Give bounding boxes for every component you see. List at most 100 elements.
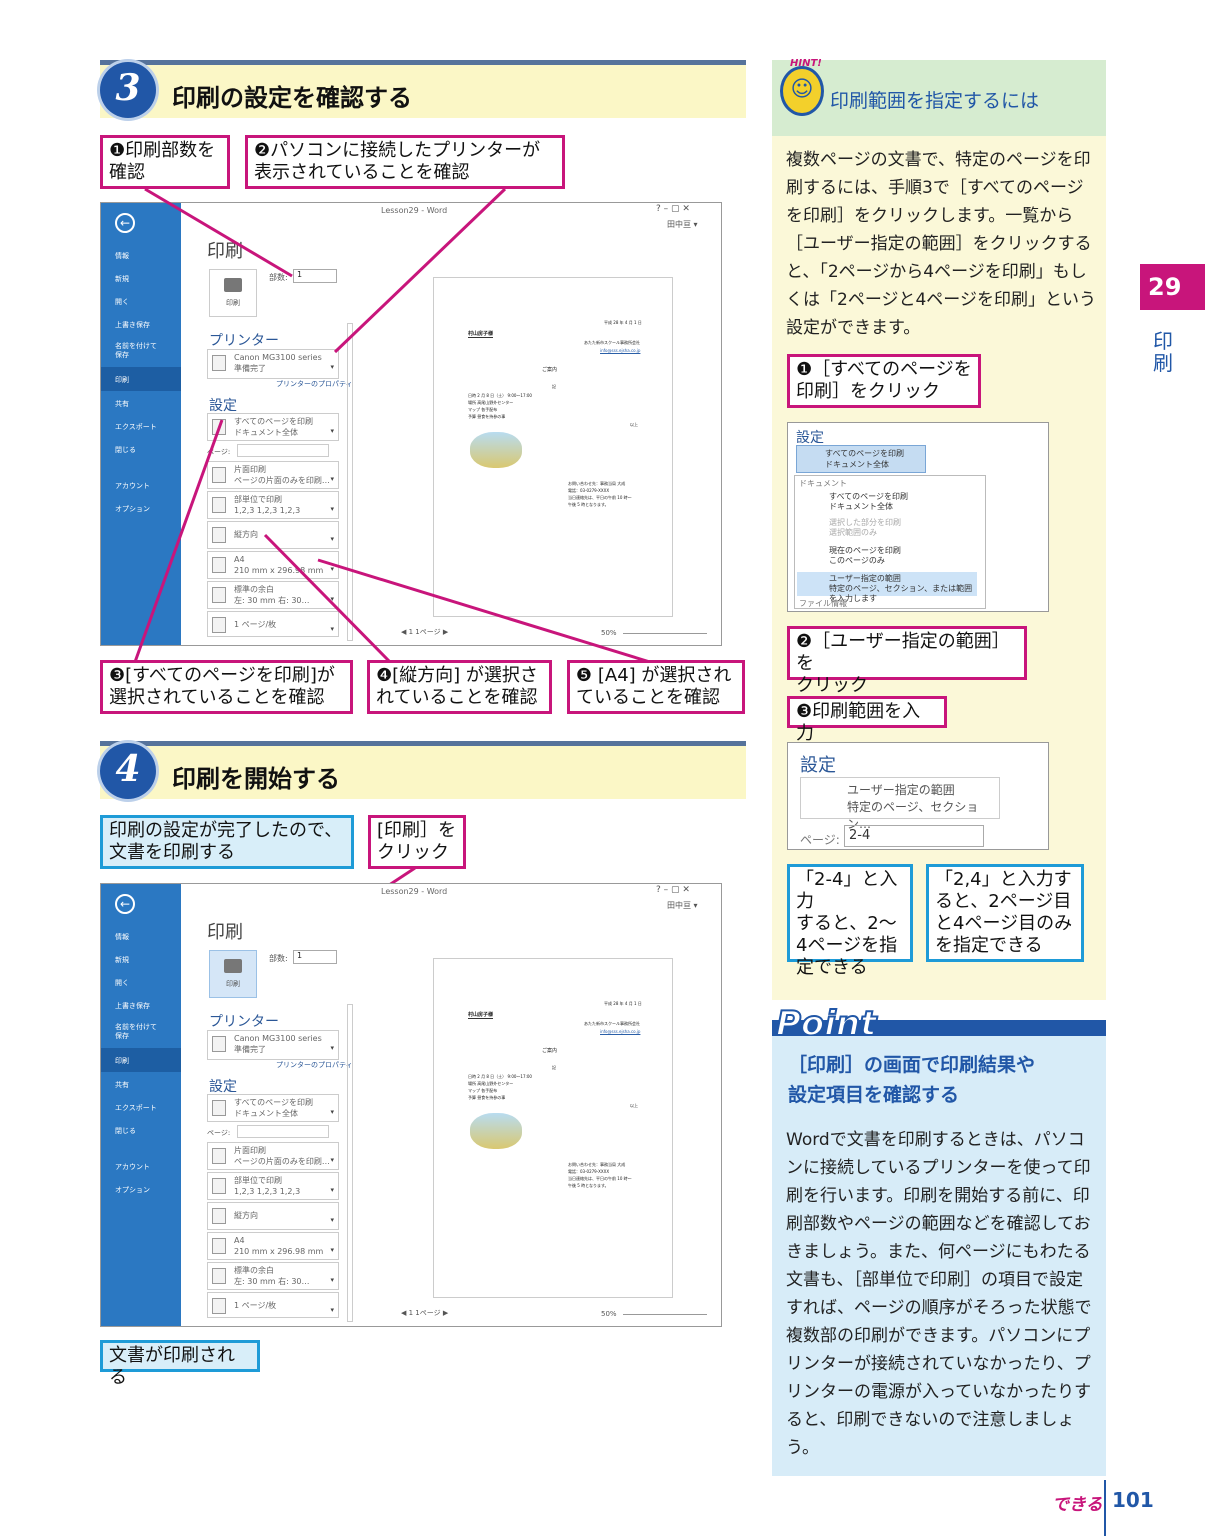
window-controls[interactable]: ? – ▢ ✕ [656, 885, 690, 895]
option-custom-range[interactable]: ユーザー指定の範囲 特定のページ、セクション、または範囲を入力します [797, 572, 977, 603]
printer-properties-link[interactable]: プリンターのプロパティ [276, 1060, 353, 1070]
print-heading: 印刷 [207, 922, 243, 943]
field-label: すべてのページを印刷 [234, 1098, 313, 1107]
pages-icon [212, 419, 226, 435]
option-selection[interactable]: 選択した部分を印刷 選択範囲のみ [801, 518, 901, 538]
hint-callout-1: ❶［すべてのページを 印刷］をクリック [787, 354, 981, 408]
doc-title: ご案内 [542, 1048, 558, 1054]
field-label: 縦方向 [234, 530, 258, 539]
menu-account[interactable]: アカウント [115, 481, 150, 491]
menu-close[interactable]: 閉じる [115, 445, 136, 455]
page-navigation[interactable]: ◀ 1 1ページ ▶ [401, 1308, 448, 1318]
sides-select[interactable]: 片面印刷 ページの片面のみを印刷… ▾ [207, 461, 339, 489]
doc-items: 日時 2 月 8 日（土） 9:00〜17:00 場所 高尾山野外センター マッ… [468, 392, 532, 420]
chevron-down-icon: ▾ [330, 1044, 334, 1052]
option-all-pages[interactable]: すべてのページを印刷 ドキュメント全体 [801, 492, 908, 512]
doc-items: 日時 2 月 8 日（土） 9:00〜17:00 場所 高尾山野外センター マッ… [468, 1073, 532, 1101]
collate-select[interactable]: 部単位で印刷 1,2,3 1,2,3 1,2,3 ▾ [207, 491, 339, 519]
hint-callout-4: 「2-4」と入力 すると、2～ 4ページを指 定できる [787, 864, 913, 978]
user-name[interactable]: 田中亘 ▾ [667, 219, 698, 230]
menu-new[interactable]: 新規 [115, 274, 129, 284]
back-arrow-icon[interactable]: ← [115, 213, 135, 233]
doc-item: マップ 各手配布 [468, 1088, 498, 1093]
menu-account[interactable]: アカウント [115, 1162, 150, 1172]
menu-export[interactable]: エクスポート [115, 422, 157, 432]
menu-save-as[interactable]: 名前を付けて 保存 [115, 342, 157, 360]
collate-select[interactable]: 部単位で印刷 1,2,3 1,2,3 1,2,3 ▾ [207, 1172, 339, 1200]
menu-save-as[interactable]: 名前を付けて 保存 [115, 1023, 157, 1041]
zoom-level[interactable]: 50% [601, 1310, 617, 1318]
copies-input[interactable]: 1 [293, 269, 337, 283]
chevron-down-icon: ▾ [330, 1186, 334, 1194]
page-navigation[interactable]: ◀ 1 1ページ ▶ [401, 627, 448, 637]
settings-scrollbar[interactable] [347, 323, 353, 641]
pages-label: ページ: [207, 448, 231, 456]
hint-callout-2: ❷［ユーザー指定の範囲］を クリック [787, 626, 1027, 696]
pages-per-sheet-select[interactable]: 1 ページ/枚 ▾ [207, 611, 339, 637]
menu-share[interactable]: 共有 [115, 1080, 129, 1090]
menu-export[interactable]: エクスポート [115, 1103, 157, 1113]
menu-info[interactable]: 情報 [115, 932, 129, 942]
menu-save[interactable]: 上書き保存 [115, 1001, 150, 1011]
option-current-page[interactable]: 現在のページを印刷 このページのみ [801, 546, 901, 566]
field-sub: 210 mm x 296.98 mm [234, 1247, 324, 1256]
menu-print[interactable]: 印刷 [101, 367, 181, 391]
chevron-down-icon: ▾ [330, 1216, 334, 1224]
print-range-select[interactable]: すべてのページを印刷 ドキュメント全体 [796, 445, 926, 473]
print-range-select[interactable]: すべてのページを印刷 ドキュメント全体 ▾ [207, 413, 339, 441]
paper-size-select[interactable]: A4 210 mm x 296.98 mm ▾ [207, 1232, 339, 1260]
menu-share[interactable]: 共有 [115, 399, 129, 409]
word-print-window-2: ← 情報 新規 開く 上書き保存 名前を付けて 保存 印刷 共有 エクスポート … [100, 883, 722, 1327]
point-body: Wordで文書を印刷するときは、パソコンに接続しているプリンターを使って印刷を行… [786, 1130, 1092, 1458]
printer-select[interactable]: Canon MG3100 series 準備完了 ▾ [207, 349, 339, 379]
window-controls[interactable]: ? – ▢ ✕ [656, 204, 690, 214]
menu-open[interactable]: 開く [115, 297, 129, 307]
print-button[interactable]: 印刷 [209, 950, 257, 998]
field-label: すべてのページを印刷 [234, 417, 313, 426]
menu-new[interactable]: 新規 [115, 955, 129, 965]
margins-select[interactable]: 標準の余白 左: 30 mm 右: 30… ▾ [207, 1262, 339, 1290]
menu-open[interactable]: 開く [115, 978, 129, 988]
callout-settings-done: 印刷の設定が完了したので、 文書を印刷する [100, 815, 354, 869]
print-range-dropdown: ドキュメント すべてのページを印刷 ドキュメント全体 選択した部分を印刷 選択範囲の… [794, 475, 986, 609]
copies-input[interactable]: 1 [293, 950, 337, 964]
printer-properties-link[interactable]: プリンターのプロパティ [276, 379, 353, 389]
pages-input[interactable]: 2-4 [844, 825, 984, 847]
chevron-down-icon: ▾ [330, 505, 334, 513]
menu-save[interactable]: 上書き保存 [115, 320, 150, 330]
settings-heading: 設定 [796, 430, 824, 446]
pages-per-sheet-select[interactable]: 1 ページ/枚 ▾ [207, 1292, 339, 1318]
user-name[interactable]: 田中亘 ▾ [667, 900, 698, 911]
paper-size-select[interactable]: A4 210 mm x 296.98 mm ▾ [207, 551, 339, 579]
field-sub: ドキュメント全体 [234, 428, 298, 437]
callout-printer: ❷パソコンに接続したプリンターが 表示されていることを確認 [245, 135, 565, 189]
zoom-slider[interactable] [623, 633, 707, 634]
printer-select[interactable]: Canon MG3100 series 準備完了 ▾ [207, 1030, 339, 1060]
option-label: すべてのページを印刷 [829, 492, 908, 501]
menu-info[interactable]: 情報 [115, 251, 129, 261]
margins-select[interactable]: 標準の余白 左: 30 mm 右: 30… ▾ [207, 581, 339, 609]
hint-body: 複数ページの文書で、特定のページを印刷するには、手順3で［すべてのページを印刷］… [786, 150, 1096, 338]
orientation-select[interactable]: 縦方向 ▾ [207, 1202, 339, 1230]
zoom-level[interactable]: 50% [601, 629, 617, 637]
portrait-icon [212, 1208, 226, 1224]
menu-options[interactable]: オプション [115, 1185, 150, 1195]
menu-close[interactable]: 閉じる [115, 1126, 136, 1136]
chapter-tab: 29 [1140, 264, 1205, 310]
print-range-select[interactable]: ユーザー指定の範囲 特定のページ、セクション… [800, 777, 1000, 831]
printer-name: Canon MG3100 series [234, 1034, 322, 1043]
zoom-slider[interactable] [623, 1314, 707, 1315]
field-label: 標準の余白 [234, 585, 274, 594]
sides-select[interactable]: 片面印刷 ページの片面のみを印刷… ▾ [207, 1142, 339, 1170]
pages-input[interactable] [237, 1125, 329, 1138]
settings-scrollbar[interactable] [347, 1004, 353, 1322]
chevron-down-icon: ▾ [330, 1306, 334, 1314]
print-range-select[interactable]: すべてのページを印刷 ドキュメント全体 ▾ [207, 1094, 339, 1122]
orientation-select[interactable]: 縦方向 ▾ [207, 521, 339, 549]
pages-input[interactable] [237, 444, 329, 457]
menu-print[interactable]: 印刷 [101, 1048, 181, 1072]
printer-icon [224, 278, 242, 292]
menu-options[interactable]: オプション [115, 504, 150, 514]
back-arrow-icon[interactable]: ← [115, 894, 135, 914]
print-button[interactable]: 印刷 [209, 269, 257, 317]
